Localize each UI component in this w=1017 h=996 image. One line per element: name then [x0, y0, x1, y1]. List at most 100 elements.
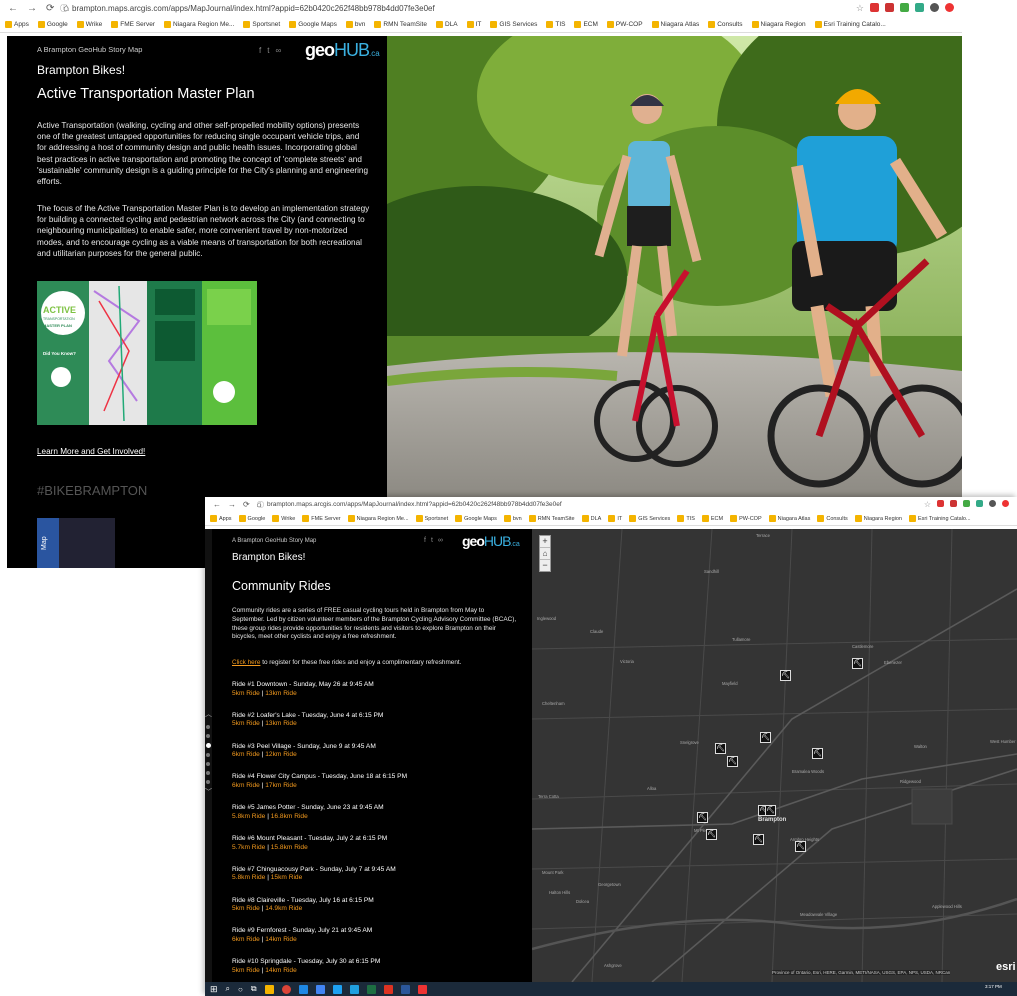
bookmark-item[interactable]: ECM [574, 21, 598, 28]
ride-link-long[interactable]: 14km Ride [265, 936, 297, 943]
geohub-logo[interactable]: geoHUB.ca [305, 40, 380, 61]
ride-link-short[interactable]: 5km Ride [232, 720, 260, 727]
ride-link-short[interactable]: 6km Ride [232, 936, 260, 943]
bookmark-item[interactable]: Esri Training Catalo... [908, 515, 971, 522]
ride-marker-icon[interactable]: ⛏ [780, 670, 791, 681]
extension-icon[interactable] [976, 500, 983, 507]
bookmark-item[interactable]: Sportsnet [243, 21, 280, 28]
bookmark-item[interactable]: Niagara Region [854, 515, 902, 522]
bookmark-item[interactable]: bvn [345, 21, 365, 28]
nav-dot[interactable] [206, 753, 210, 757]
ride-marker-icon[interactable]: ⛏ [697, 812, 708, 823]
ride-link-short[interactable]: 5km Ride [232, 905, 260, 912]
nav-dot-active[interactable] [206, 743, 211, 748]
nav-dot[interactable] [206, 780, 210, 784]
ride-link-short[interactable]: 6km Ride [232, 751, 260, 758]
chevron-down-icon[interactable]: ﹀ [205, 787, 212, 797]
search-icon[interactable]: ⌕ [226, 984, 230, 994]
info-icon[interactable]: ⓘ [60, 3, 68, 14]
bookmark-item[interactable]: Niagara Region Me... [163, 21, 234, 28]
ride-link-short[interactable]: 6km Ride [232, 782, 260, 789]
ride-link-long[interactable]: 15.8km Ride [271, 844, 308, 851]
profile-icon[interactable] [930, 3, 939, 12]
file-explorer-icon[interactable] [264, 984, 274, 994]
ride-link-short[interactable]: 5.8km Ride [232, 813, 265, 820]
url-text[interactable]: brampton.maps.arcgis.com/apps/MapJournal… [72, 4, 856, 13]
back-icon[interactable]: ← [213, 500, 221, 509]
nav-dot[interactable] [206, 725, 210, 729]
reload-icon[interactable]: ⟳ [243, 500, 250, 509]
app-icon[interactable] [349, 984, 359, 994]
bookmark-item[interactable]: bvn [503, 515, 522, 522]
link-icon[interactable]: ∞ [438, 537, 443, 544]
ride-link-short[interactable]: 5km Ride [232, 690, 260, 697]
ride-link-long[interactable]: 14.9km Ride [265, 905, 302, 912]
extension-icon[interactable] [945, 3, 954, 12]
ride-marker-icon[interactable]: ⛏ [852, 658, 863, 669]
windows-start-icon[interactable]: ⊞ [210, 984, 218, 995]
forward-icon[interactable]: → [228, 500, 236, 509]
ride-link-long[interactable]: 14km Ride [265, 967, 297, 974]
ride-link-short[interactable]: 5km Ride [232, 967, 260, 974]
zoom-out-button[interactable]: − [540, 560, 550, 571]
bookmark-item[interactable]: GIS Services [629, 515, 670, 522]
bookmark-item[interactable]: Esri Training Catalo... [814, 21, 886, 28]
extension-icon[interactable] [915, 3, 924, 12]
ride-marker-icon[interactable]: ⛏ [753, 834, 764, 845]
ride-link-long[interactable]: 12km Ride [265, 751, 297, 758]
back-icon[interactable]: ← [8, 3, 18, 14]
cortana-icon[interactable]: ○ [238, 985, 243, 994]
bookmark-item[interactable]: Google [37, 21, 68, 28]
bookmark-item[interactable]: Apps [210, 515, 232, 522]
extension-icon[interactable] [885, 3, 894, 12]
forward-icon[interactable]: → [27, 3, 37, 14]
ride-link-long[interactable]: 13km Ride [265, 720, 297, 727]
star-icon[interactable]: ☆ [924, 500, 931, 509]
word-icon[interactable] [400, 984, 410, 994]
bookmark-item[interactable]: Consults [708, 21, 743, 28]
home-extent-button[interactable]: ⌂ [540, 547, 550, 560]
store-icon[interactable] [315, 984, 325, 994]
star-icon[interactable]: ☆ [856, 3, 864, 14]
bookmark-item[interactable]: FME Server [111, 21, 155, 28]
bookmark-item[interactable]: RMN TeamSite [528, 515, 575, 522]
extension-icon[interactable] [937, 500, 944, 507]
map-view[interactable]: Terrace Sandhill Inglewood Claude Tullamore C… [532, 529, 1017, 982]
nav-dot[interactable] [206, 734, 210, 738]
bookmark-item[interactable]: DLA [581, 515, 601, 522]
bookmark-item[interactable]: TIS [546, 21, 565, 28]
reload-icon[interactable]: ⟳ [46, 3, 54, 14]
ride-marker-icon[interactable]: ⛏ [765, 805, 776, 816]
bookmark-item[interactable]: Niagara Atlas [768, 515, 810, 522]
learn-more-link[interactable]: Learn More and Get Involved! [37, 447, 145, 456]
extension-icon[interactable] [1002, 500, 1009, 507]
ride-link-short[interactable]: 5.8km Ride [232, 874, 265, 881]
bookmark-item[interactable]: Niagara Region Me... [347, 515, 409, 522]
facebook-icon[interactable]: f [259, 46, 261, 55]
bookmark-item[interactable]: Wrike [272, 515, 295, 522]
ride-marker-icon[interactable]: ⛏ [760, 732, 771, 743]
bookmark-item[interactable]: Google [238, 515, 265, 522]
bookmark-item[interactable]: FME Server [302, 515, 341, 522]
ride-link-long[interactable]: 15km Ride [271, 874, 303, 881]
bookmark-item[interactable]: IT [608, 515, 622, 522]
bookmark-item[interactable]: DLA [435, 21, 458, 28]
bookmark-item[interactable]: Google Maps [455, 515, 497, 522]
bookmark-item[interactable]: ECM [701, 515, 723, 522]
extension-icon[interactable] [870, 3, 879, 12]
ride-link-long[interactable]: 16.8km Ride [271, 813, 308, 820]
bookmark-item[interactable]: Google Maps [289, 21, 337, 28]
ride-marker-icon[interactable]: ⛏ [715, 743, 726, 754]
ride-marker-icon[interactable]: ⛏ [812, 748, 823, 759]
ride-marker-icon[interactable]: ⛏ [727, 756, 738, 767]
nav-dot[interactable] [206, 771, 210, 775]
geohub-logo[interactable]: geoHUB.ca [462, 533, 520, 549]
twitter-icon[interactable]: t [267, 46, 269, 55]
bookmark-item[interactable]: GIS Services [490, 21, 537, 28]
link-icon[interactable]: ∞ [275, 46, 281, 55]
bookmark-item[interactable]: Sportsnet [415, 515, 448, 522]
facebook-icon[interactable]: f [424, 537, 426, 544]
ride-marker-icon[interactable]: ⛏ [706, 829, 717, 840]
twitter-icon[interactable]: t [431, 537, 433, 544]
nav-dot[interactable] [206, 762, 210, 766]
